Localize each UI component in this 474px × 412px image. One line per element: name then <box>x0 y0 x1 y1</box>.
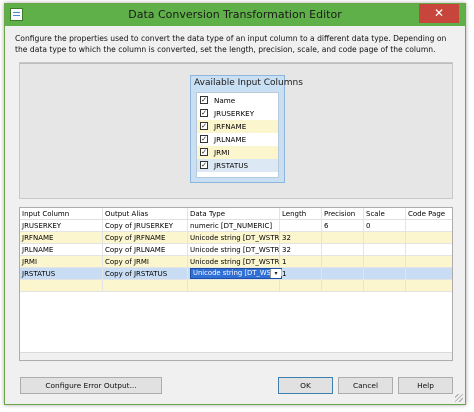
cell-input-column[interactable]: JRSTATUS <box>20 268 103 280</box>
checkbox[interactable]: ✓ <box>200 96 208 104</box>
column-item[interactable]: ✓ JRFNAME <box>197 120 278 133</box>
header-length[interactable]: Length <box>280 208 322 220</box>
cell-length[interactable]: 1 <box>280 256 322 268</box>
conversion-grid[interactable]: Input Column Output Alias Data Type Leng… <box>19 207 453 361</box>
table-row-empty[interactable] <box>20 280 452 292</box>
column-item-label: JRUSERKEY <box>214 109 255 118</box>
cell-precision[interactable] <box>322 244 364 256</box>
checkbox[interactable]: ✓ <box>200 148 208 156</box>
cell-output-alias[interactable]: Copy of JRSTATUS <box>103 268 188 280</box>
dialog-window: Data Conversion Transformation Editor ✕ … <box>4 3 466 405</box>
header-scale[interactable]: Scale <box>364 208 406 220</box>
cell-output-alias[interactable]: Copy of JRFNAME <box>103 232 188 244</box>
column-item[interactable]: ✓ Name <box>197 94 278 107</box>
cell-code-page[interactable] <box>406 220 452 232</box>
column-item[interactable]: ✓ JRUSERKEY <box>197 107 278 120</box>
header-data-type[interactable]: Data Type <box>188 208 280 220</box>
column-item[interactable]: ✓ JRMI <box>197 146 278 159</box>
available-input-columns-box[interactable]: Available Input Columns ✓ Name ✓ JRUSERK… <box>190 75 303 183</box>
available-columns-list[interactable]: ✓ Name ✓ JRUSERKEY ✓ JRFNAME ✓ JRLNAME ✓ <box>196 92 279 178</box>
table-row-selected[interactable]: JRSTATUS Copy of JRSTATUS Unicode string… <box>20 268 452 280</box>
table-row[interactable]: JRMI Copy of JRMI Unicode string [DT_WST… <box>20 256 452 268</box>
column-item-label: JRLNAME <box>214 135 247 144</box>
column-item[interactable]: ✓ JRLNAME <box>197 133 278 146</box>
cell-length[interactable] <box>280 280 322 292</box>
grid-header-row: Input Column Output Alias Data Type Leng… <box>20 208 452 220</box>
table-row[interactable]: JRFNAME Copy of JRFNAME Unicode string [… <box>20 232 452 244</box>
close-button[interactable]: ✕ <box>419 4 459 23</box>
cell-code-page[interactable] <box>406 232 452 244</box>
header-output-alias[interactable]: Output Alias <box>103 208 188 220</box>
cell-output-alias[interactable] <box>103 280 188 292</box>
cell-input-column[interactable]: JRFNAME <box>20 232 103 244</box>
column-item[interactable]: ✓ JRSTATUS <box>197 159 278 172</box>
header-precision[interactable]: Precision <box>322 208 364 220</box>
ok-button[interactable]: OK <box>278 377 333 394</box>
column-item-label: JRMI <box>214 148 230 157</box>
window-title: Data Conversion Transformation Editor <box>128 8 342 21</box>
cell-output-alias[interactable]: Copy of JRLNAME <box>103 244 188 256</box>
cell-length[interactable]: 1 <box>280 268 322 280</box>
cell-scale[interactable] <box>364 232 406 244</box>
cell-precision[interactable] <box>322 268 364 280</box>
cell-input-column[interactable]: JRUSERKEY <box>20 220 103 232</box>
cell-data-type[interactable]: numeric [DT_NUMERIC] <box>188 220 280 232</box>
cell-precision[interactable] <box>322 280 364 292</box>
checkbox[interactable]: ✓ <box>200 109 208 117</box>
table-row[interactable]: JRLNAME Copy of JRLNAME Unicode string [… <box>20 244 452 256</box>
cell-precision[interactable]: 6 <box>322 220 364 232</box>
checkbox[interactable]: ✓ <box>200 161 208 169</box>
cell-code-page[interactable] <box>406 280 452 292</box>
data-type-dropdown-value: Unicode string [DT_WSTR] <box>193 269 283 277</box>
checkbox[interactable]: ✓ <box>200 122 208 130</box>
cell-input-column[interactable] <box>20 280 103 292</box>
cell-output-alias[interactable]: Copy of JRMI <box>103 256 188 268</box>
resize-grip-icon[interactable] <box>455 394 463 402</box>
mapping-canvas: Available Input Columns ✓ Name ✓ JRUSERK… <box>19 62 453 199</box>
table-row[interactable]: JRUSERKEY Copy of JRUSERKEY numeric [DT_… <box>20 220 452 232</box>
available-columns-title: Available Input Columns <box>194 78 303 88</box>
cell-data-type[interactable]: Unicode string [DT_WSTR] <box>188 232 280 244</box>
configure-error-output-button[interactable]: Configure Error Output... <box>20 377 162 394</box>
horizontal-scrollbar[interactable] <box>20 352 452 360</box>
data-type-dropdown[interactable]: Unicode string [DT_WSTR] ▾ <box>190 268 282 279</box>
cell-scale[interactable] <box>364 280 406 292</box>
cell-scale[interactable]: 0 <box>364 220 406 232</box>
column-item-label: JRFNAME <box>214 122 247 131</box>
cell-precision[interactable] <box>322 232 364 244</box>
help-button[interactable]: Help <box>398 377 453 394</box>
cell-length[interactable]: 32 <box>280 244 322 256</box>
cell-scale[interactable] <box>364 256 406 268</box>
title-bar[interactable]: Data Conversion Transformation Editor ✕ <box>5 4 465 26</box>
cell-scale[interactable] <box>364 244 406 256</box>
cell-code-page[interactable] <box>406 244 452 256</box>
cell-data-type[interactable]: Unicode string [DT_WSTR] <box>188 244 280 256</box>
cell-input-column[interactable]: JRLNAME <box>20 244 103 256</box>
cell-data-type[interactable] <box>188 280 280 292</box>
checkbox[interactable]: ✓ <box>200 135 208 143</box>
column-item-label: JRSTATUS <box>214 161 249 170</box>
header-code-page[interactable]: Code Page <box>406 208 452 220</box>
cell-length[interactable] <box>280 220 322 232</box>
description-text: Configure the properties used to convert… <box>15 34 447 54</box>
cell-scale[interactable] <box>364 268 406 280</box>
cell-output-alias[interactable]: Copy of JRUSERKEY <box>103 220 188 232</box>
header-input-column[interactable]: Input Column <box>20 208 103 220</box>
cell-code-page[interactable] <box>406 268 452 280</box>
cell-code-page[interactable] <box>406 256 452 268</box>
cell-length[interactable]: 32 <box>280 232 322 244</box>
cell-input-column[interactable]: JRMI <box>20 256 103 268</box>
cell-data-type[interactable]: Unicode string [DT_WSTR] <box>188 256 280 268</box>
cell-precision[interactable] <box>322 256 364 268</box>
cancel-button[interactable]: Cancel <box>338 377 393 394</box>
column-item-label: Name <box>214 96 236 105</box>
